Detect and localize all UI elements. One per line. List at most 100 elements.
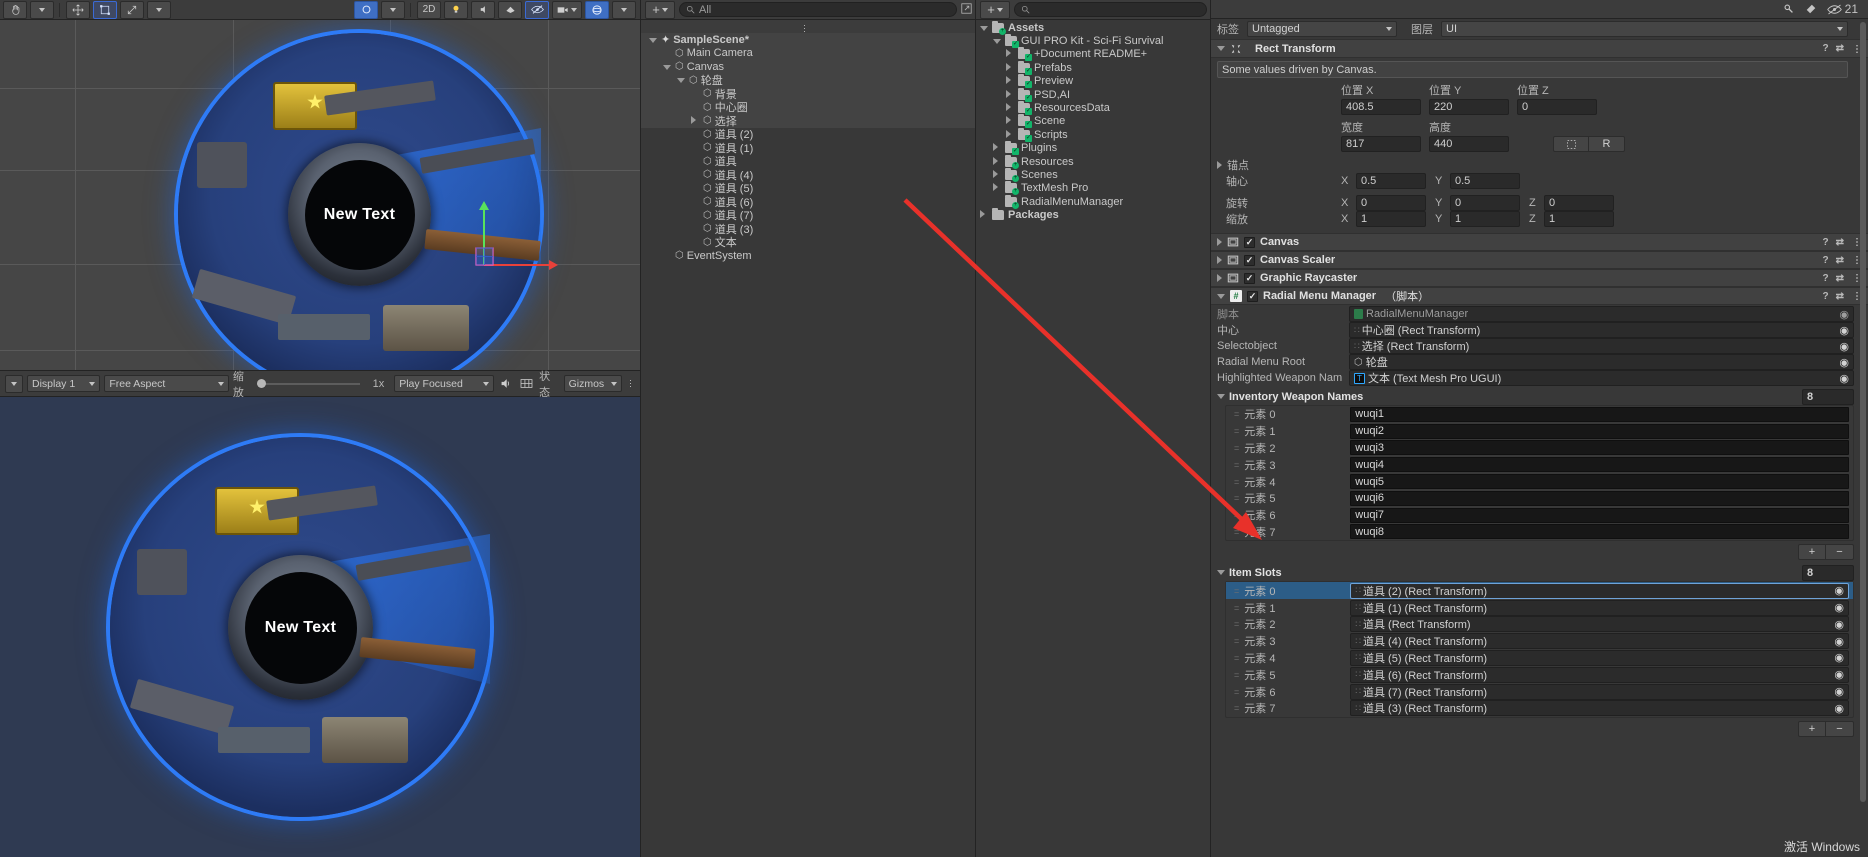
rot-x-input[interactable]: 0 xyxy=(1356,195,1426,211)
object-picker-icon[interactable]: ◉ xyxy=(1834,702,1844,715)
preset-icon[interactable]: ⇄ xyxy=(1836,237,1844,248)
scene-fx-dropdown[interactable] xyxy=(498,0,522,19)
hierarchy-row[interactable]: ⬡ 道具 (7) xyxy=(641,209,975,223)
hierarchy-options-icon[interactable]: ⋯ xyxy=(641,20,975,33)
hierarchy-row[interactable]: ⬡ 轮盘 xyxy=(641,73,975,87)
chevron-right-icon[interactable] xyxy=(1217,274,1222,282)
item-slots-header[interactable]: Item Slots 8 xyxy=(1217,564,1854,581)
gizmos-dropdown[interactable]: Gizmos xyxy=(563,375,622,392)
item-slot-row[interactable]: = 元素 3 ∷ 道具 (4) (Rect Transform) ◉ xyxy=(1226,633,1853,650)
project-row[interactable]: + Assets xyxy=(976,20,1210,35)
project-row[interactable]: + TextMesh Pro xyxy=(976,181,1210,196)
drag-handle-icon[interactable]: = xyxy=(1234,443,1239,453)
hierarchy-row[interactable]: ⬡ 道具 (2) xyxy=(641,128,975,142)
mute-audio-icon[interactable] xyxy=(498,378,515,389)
drag-handle-icon[interactable]: = xyxy=(1234,703,1239,713)
project-twirl[interactable] xyxy=(1006,89,1015,101)
pivot-x-input[interactable]: 0.5 xyxy=(1356,173,1426,189)
item-slot-row[interactable]: = 元素 1 ∷ 道具 (1) (Rect Transform) ◉ xyxy=(1226,599,1853,616)
component-enabled-checkbox[interactable]: ✓ xyxy=(1244,272,1255,284)
preset-icon[interactable]: ⇄ xyxy=(1836,291,1844,302)
game-view-menu-button[interactable] xyxy=(5,374,23,393)
component-header-icons[interactable]: ? ⇄ ⋯ xyxy=(1823,273,1863,284)
component-header-icons[interactable]: ? ⇄ ⋯ xyxy=(1823,43,1863,54)
hierarchy-row[interactable]: ⬡ 背景 xyxy=(641,87,975,101)
chevron-right-icon[interactable] xyxy=(1217,238,1222,246)
drag-handle-icon[interactable]: = xyxy=(1234,586,1239,596)
scale-tool-button[interactable] xyxy=(120,0,144,19)
pos-y-input[interactable]: 220 xyxy=(1429,99,1509,115)
item-slots-size-input[interactable]: 8 xyxy=(1802,564,1854,581)
chevron-down-icon[interactable] xyxy=(649,37,657,43)
scene-hidden-objects-toggle[interactable] xyxy=(525,0,549,19)
display-dropdown[interactable]: Display 1 xyxy=(27,375,101,392)
chevron-right-icon[interactable] xyxy=(993,143,998,152)
component-header-graphic-raycaster[interactable]: ✓ Graphic Raycaster? ⇄ ⋯ xyxy=(1211,269,1868,287)
help-icon[interactable]: ? xyxy=(1823,43,1829,54)
hierarchy-twirl[interactable] xyxy=(663,61,672,73)
item-slots-add-button[interactable]: + xyxy=(1798,720,1826,737)
inventory-element-row[interactable]: = 元素 4 wuqi5 xyxy=(1226,473,1853,490)
item-slot-objectfield[interactable]: ∷ 道具 (4) (Rect Transform) ◉ xyxy=(1350,633,1849,650)
project-row[interactable]: ✓ Plugins xyxy=(976,141,1210,156)
project-twirl[interactable] xyxy=(980,209,989,221)
scene-gizmos-dropdown[interactable] xyxy=(612,0,636,19)
center-objectfield[interactable]: ∷ 中心圈 (Rect Transform) ◉ xyxy=(1349,322,1854,338)
chevron-right-icon[interactable] xyxy=(1006,116,1011,125)
project-row[interactable]: ✓ PSD,AI xyxy=(976,87,1210,102)
object-picker-icon[interactable]: ◉ xyxy=(1839,372,1849,385)
item-slots-list[interactable]: = 元素 0 ∷ 道具 (2) (Rect Transform) ◉ = 元素 1 ∷ 道具 (… xyxy=(1225,581,1854,718)
preset-icon[interactable]: ⇄ xyxy=(1836,43,1844,54)
component-enabled-checkbox[interactable]: ✓ xyxy=(1244,236,1255,248)
scene-camera-button[interactable] xyxy=(552,0,582,19)
drag-handle-icon[interactable]: = xyxy=(1234,687,1239,697)
project-tree[interactable]: + Assets ✓ GUI PRO Kit - Sci-Fi Survival ✓ +D… xyxy=(976,20,1210,857)
chevron-down-icon[interactable] xyxy=(1217,570,1225,576)
drag-handle-icon[interactable]: = xyxy=(1234,460,1239,470)
project-twirl[interactable] xyxy=(1006,62,1015,74)
drag-handle-icon[interactable]: = xyxy=(1234,493,1239,503)
hierarchy-add-button[interactable]: + xyxy=(645,0,675,19)
chevron-right-icon[interactable] xyxy=(1217,256,1222,264)
project-search-input[interactable] xyxy=(1014,2,1207,17)
project-twirl[interactable] xyxy=(1006,129,1015,141)
inventory-element-input[interactable]: wuqi7 xyxy=(1350,507,1849,523)
project-twirl[interactable] xyxy=(1006,48,1015,60)
chevron-down-icon[interactable] xyxy=(1217,293,1225,299)
hierarchy-row[interactable]: ⬡ EventSystem xyxy=(641,249,975,263)
hierarchy-row[interactable]: ⬡ 道具 (5) xyxy=(641,182,975,196)
rot-z-input[interactable]: 0 xyxy=(1544,195,1614,211)
hierarchy-tree[interactable]: ✦ SampleScene* ⬡ Main Camera ⬡ Canvas ⬡ 轮盘 ⬡ 背景 ⬡ 中… xyxy=(641,33,975,857)
drag-handle-icon[interactable]: = xyxy=(1234,510,1239,520)
inventory-element-input[interactable]: wuqi5 xyxy=(1350,474,1849,490)
inspector-toolbar[interactable]: 21 xyxy=(1211,0,1868,19)
hierarchy-row[interactable]: ⬡ 道具 (4) xyxy=(641,168,975,182)
component-header-canvas[interactable]: ✓ Canvas? ⇄ ⋯ xyxy=(1211,233,1868,251)
project-twirl[interactable] xyxy=(993,35,1002,47)
chevron-down-icon[interactable] xyxy=(980,25,988,31)
scene-view[interactable]: New Text xyxy=(0,20,640,370)
chevron-right-icon[interactable] xyxy=(691,115,696,124)
scale-slider-thumb[interactable] xyxy=(257,379,267,388)
tag-icon[interactable] xyxy=(1805,3,1817,15)
project-row[interactable]: ✓ Prefabs xyxy=(976,60,1210,75)
selectobject-objectfield[interactable]: ∷ 选择 (Rect Transform) ◉ xyxy=(1349,338,1854,354)
scene-gizmos-button[interactable] xyxy=(585,0,609,19)
project-twirl[interactable] xyxy=(993,156,1002,168)
hierarchy-row[interactable]: ⬡ 道具 (6) xyxy=(641,195,975,209)
move-gizmo[interactable] xyxy=(440,185,560,270)
project-row[interactable]: ✓ Scene xyxy=(976,114,1210,129)
item-slot-row[interactable]: = 元素 0 ∷ 道具 (2) (Rect Transform) ◉ xyxy=(1226,582,1853,600)
item-slot-objectfield[interactable]: ∷ 道具 (6) (Rect Transform) ◉ xyxy=(1350,666,1849,683)
chevron-right-icon[interactable] xyxy=(993,169,998,178)
project-twirl[interactable] xyxy=(1006,102,1015,114)
object-picker-icon[interactable]: ◉ xyxy=(1834,685,1844,698)
stats-toggle[interactable]: 状态 xyxy=(539,368,559,400)
game-stats-grid-icon[interactable] xyxy=(518,378,535,389)
drag-handle-icon[interactable]: = xyxy=(1234,636,1239,646)
help-icon[interactable]: ? xyxy=(1823,273,1829,284)
project-row[interactable]: ✓ ResourcesData xyxy=(976,101,1210,116)
component-header-icons[interactable]: ? ⇄ ⋯ xyxy=(1823,237,1863,248)
radial-menu-root-objectfield[interactable]: ⬡ 轮盘 ◉ xyxy=(1349,354,1854,370)
chevron-down-icon[interactable] xyxy=(677,78,685,84)
